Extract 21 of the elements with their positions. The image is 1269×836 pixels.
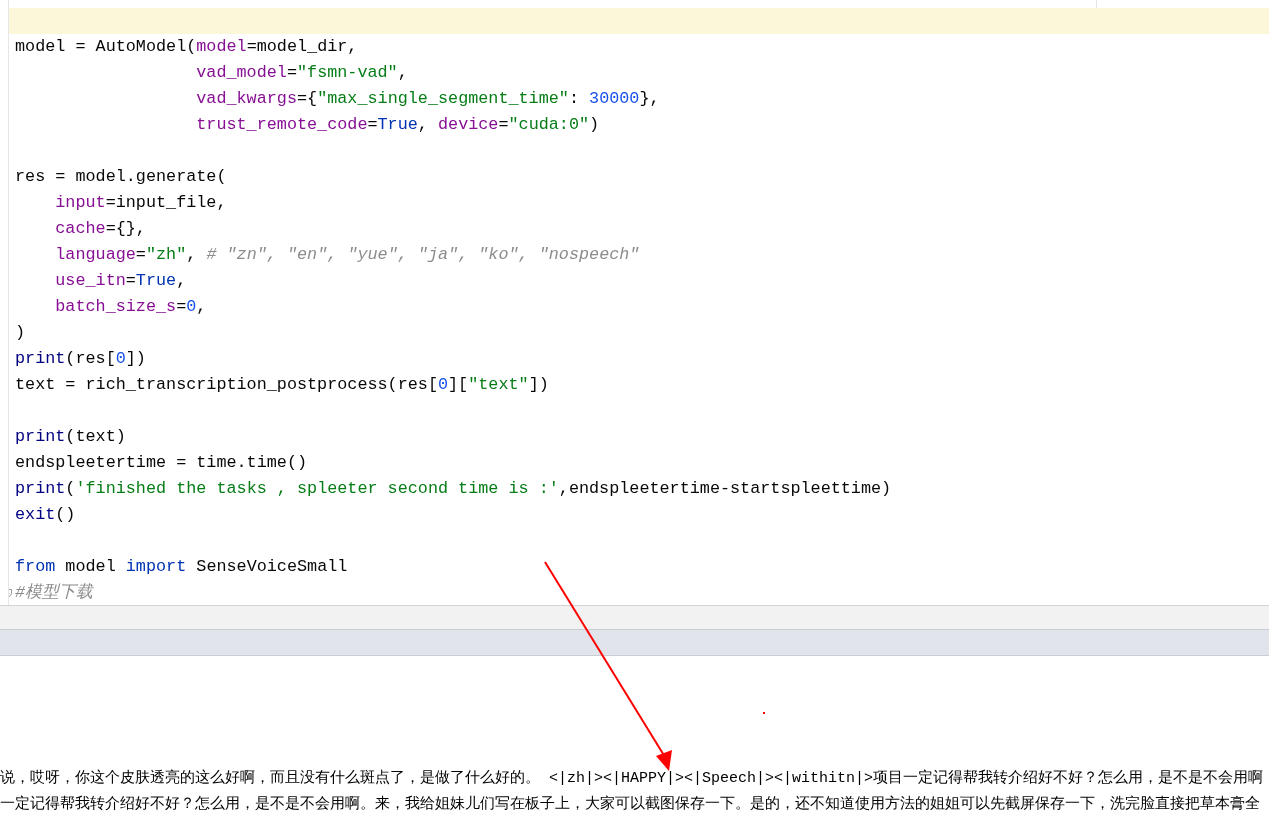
output-line: 说，哎呀，你这个皮肤透亮的这么好啊，而且没有什么斑点了，是做了什么好的。 <|zh|><|HAPPY|><|Speech|><|withitn|>项目一定记得帮我转介绍好不好？怎么用，是不是不会用啊 (0, 770, 1264, 787)
code-line: input=input_file, (54, 193, 227, 212)
code-line: print('finished the tasks , spleeter second time is :',endspleetertime-startspleettime) (15, 479, 892, 498)
code-line: vad_kwargs={"max_single_segment_time": 30000}, (195, 89, 660, 108)
code-line: trust_remote_code=True, device="cuda:0") (195, 115, 600, 134)
code-line: from model import SenseVoiceSmall (15, 557, 348, 576)
code-line: endspleetertime = time.time() (15, 453, 308, 472)
code-line: vad_model="fsmn-vad", (195, 63, 408, 82)
code-line: exit() (15, 505, 76, 524)
code-line: print(res[0]) (15, 349, 146, 368)
code-line: print(text) (15, 427, 126, 446)
output-line: 一定记得帮我转介绍好不好？怎么用，是不是不会用啊。来，我给姐妹儿们写在板子上，大家可以截图保存一下。是的，还不知道使用方法的姐姐可以先截屏保存一下，洗完脸直接把草本膏全 (0, 796, 1260, 813)
code-line: #模型下载 (15, 583, 94, 602)
code-line: text = rich_transcription_postprocess(res[0]["text"]) (15, 375, 549, 394)
code-line: batch_size_s=0, (54, 297, 207, 316)
code-line: model = AutoModel(model=model_dir, (15, 37, 358, 56)
code-line: use_itn=True, (54, 271, 187, 290)
code-line: ) (15, 323, 26, 342)
code-line: language="zh", # "zn", "en", "yue", "ja", "ko", "nospeech" (54, 245, 640, 264)
code-line: cache={}, (54, 219, 146, 238)
code-line: res = model.generate( (15, 167, 227, 186)
